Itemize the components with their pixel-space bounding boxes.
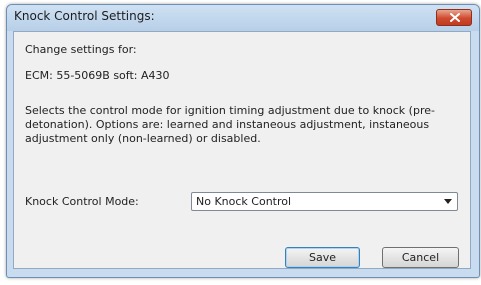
close-icon <box>450 13 460 22</box>
ecm-label: ECM: 55-5069B soft: A430 <box>25 69 170 82</box>
save-button[interactable]: Save <box>285 247 360 268</box>
title-bar[interactable]: Knock Control Settings: <box>7 5 479 31</box>
knock-mode-label: Knock Control Mode: <box>25 195 139 208</box>
dialog-body: Change settings for: ECM: 55-5069B soft:… <box>13 31 471 269</box>
chevron-down-icon[interactable] <box>444 199 452 204</box>
dialog-window: Knock Control Settings: Change settings … <box>6 4 480 278</box>
knock-mode-select[interactable]: No Knock Control <box>191 192 458 211</box>
window-title: Knock Control Settings: <box>14 9 155 23</box>
change-settings-label: Change settings for: <box>25 43 137 56</box>
cancel-button[interactable]: Cancel <box>382 247 459 268</box>
knock-mode-value: No Knock Control <box>196 195 292 208</box>
description-text: Selects the control mode for ignition ti… <box>25 104 435 145</box>
close-button[interactable] <box>436 9 472 26</box>
